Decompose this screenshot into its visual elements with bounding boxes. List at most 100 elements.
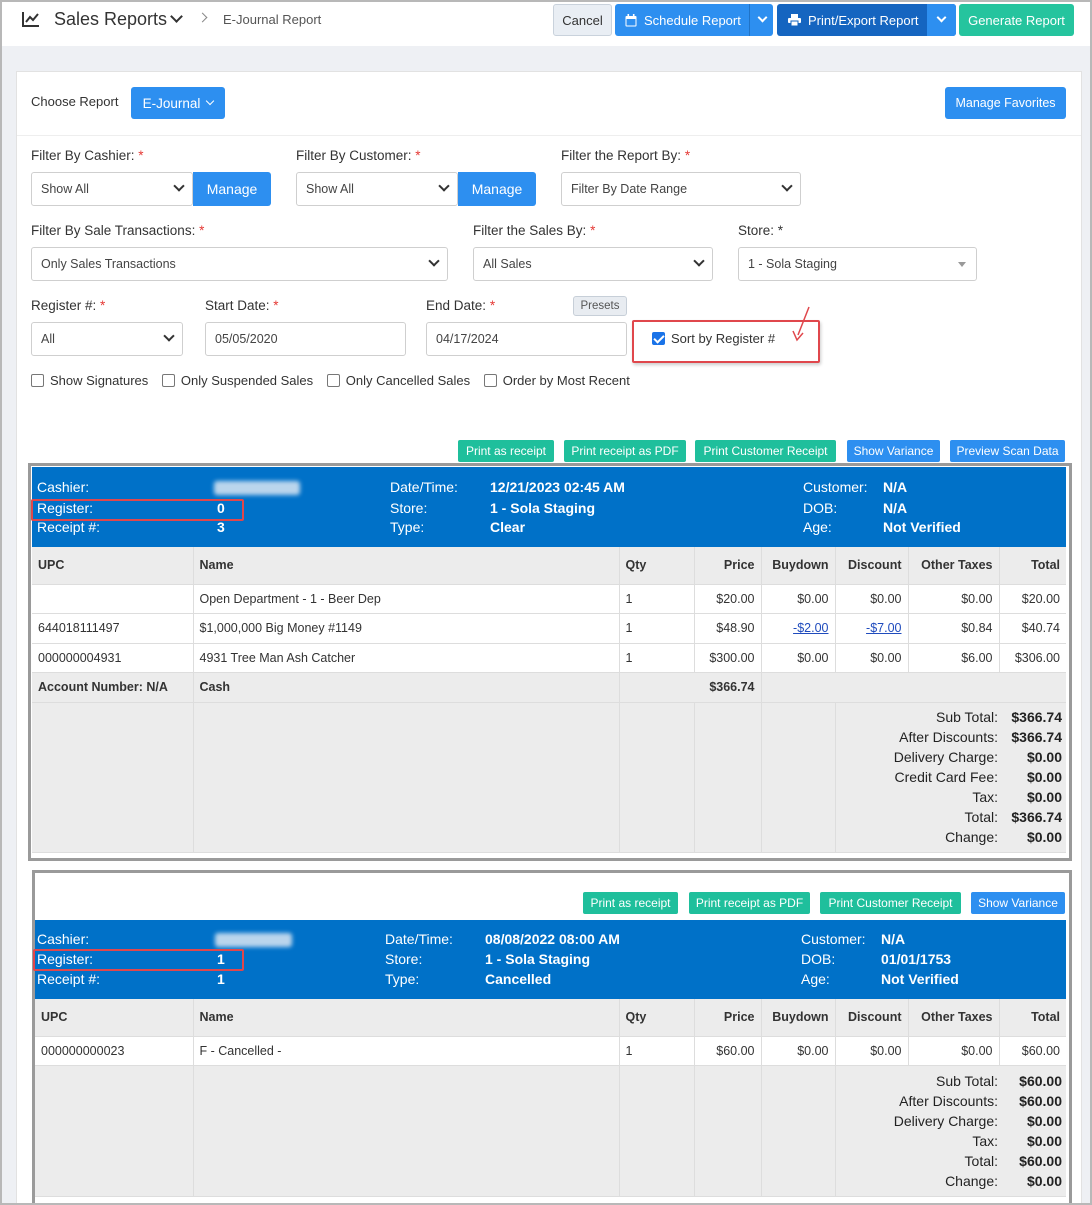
print-as-receipt-button[interactable]: Print as receipt xyxy=(583,892,678,914)
store-label: Store: xyxy=(390,500,428,516)
customer-filter-label: Filter By Customer: * xyxy=(296,148,421,163)
checkbox-icon[interactable] xyxy=(161,374,175,387)
register-value: 0 xyxy=(217,500,225,516)
cashier-label: Cashier: xyxy=(37,931,90,947)
only-suspended-checkbox[interactable]: Only Suspended Sales xyxy=(161,373,313,388)
column-header: Discount xyxy=(835,547,909,585)
chevron-down-icon[interactable] xyxy=(170,10,183,23)
order-most-recent-checkbox[interactable]: Order by Most Recent xyxy=(483,373,630,388)
store-label: Store: xyxy=(385,951,423,967)
type-label: Type: xyxy=(390,519,425,535)
customer-label: Customer: xyxy=(803,479,868,495)
receipt-header: Cashier: Register: 0 Receipt #: 3 Date/T… xyxy=(32,467,1066,547)
calendar-icon xyxy=(625,13,637,26)
store-select[interactable]: 1 - Sola Staging xyxy=(738,247,977,281)
cashier-select[interactable]: Show All xyxy=(31,172,193,206)
sort-by-register-checkbox[interactable]: Sort by Register # xyxy=(652,331,775,346)
show-signatures-checkbox[interactable]: Show Signatures xyxy=(31,373,148,388)
options-row: Show Signatures Only Suspended Sales Onl… xyxy=(31,373,630,388)
age-value: Not Verified xyxy=(883,519,961,535)
checkbox-checked-icon[interactable] xyxy=(652,332,665,345)
datetime-label: Date/Time: xyxy=(385,931,453,947)
end-date-label: End Date: * xyxy=(426,298,496,313)
customer-value: N/A xyxy=(883,479,908,495)
show-variance-button[interactable]: Show Variance xyxy=(971,892,1065,914)
receipt-number-label: Receipt #: xyxy=(37,519,101,535)
print-receipt-pdf-button[interactable]: Print receipt as PDF xyxy=(689,892,810,914)
checkbox-icon[interactable] xyxy=(31,374,44,387)
report-by-label: Filter the Report By: * xyxy=(561,148,691,163)
receipt-header: Cashier: Register: 1 Receipt #: 1 Date/T… xyxy=(35,920,1066,999)
chevron-down-icon xyxy=(428,255,440,267)
schedule-dropdown-icon[interactable] xyxy=(757,12,768,23)
schedule-report-button[interactable]: Schedule Report xyxy=(615,4,773,36)
column-header: Price xyxy=(694,999,762,1037)
dob-value: N/A xyxy=(883,500,908,516)
table-row: Open Department - 1 - Beer Dep 1 $20.00 … xyxy=(32,584,1066,614)
print-as-receipt-button[interactable]: Print as receipt xyxy=(458,440,554,462)
datetime-value: 08/08/2022 08:00 AM xyxy=(485,931,620,947)
store-value: 1 - Sola Staging xyxy=(490,500,596,516)
cashier-label: Cashier: xyxy=(37,479,90,495)
only-cancelled-checkbox[interactable]: Only Cancelled Sales xyxy=(326,373,470,388)
page-title: Sales Reports xyxy=(54,9,168,29)
report-by-select[interactable]: Filter By Date Range xyxy=(561,172,801,206)
column-header: Other Taxes xyxy=(908,999,1000,1037)
chevron-down-icon xyxy=(173,180,185,192)
print-receipt-pdf-button[interactable]: Print receipt as PDF xyxy=(564,440,686,462)
checkbox-icon[interactable] xyxy=(483,374,497,387)
chevron-down-icon xyxy=(206,96,215,106)
printer-icon xyxy=(788,14,801,26)
report-type-dropdown[interactable]: E-Journal xyxy=(131,87,225,119)
column-header: UPC xyxy=(32,547,194,585)
age-label: Age: xyxy=(801,971,830,987)
buydown-link[interactable]: -$2.00 xyxy=(793,621,828,635)
datetime-value: 12/21/2023 02:45 AM xyxy=(490,479,625,495)
column-header: Other Taxes xyxy=(908,547,1000,585)
table-row: 000000004931 4931 Tree Man Ash Catcher 1… xyxy=(32,643,1066,673)
divider xyxy=(17,135,1081,136)
sale-transactions-select[interactable]: Only Sales Transactions xyxy=(31,247,448,281)
age-value: Not Verified xyxy=(881,971,959,987)
type-value: Clear xyxy=(490,519,526,535)
print-export-button[interactable]: Print/Export Report xyxy=(777,4,956,36)
table-row: 000000000023 F - Cancelled - 1 $60.00 $0… xyxy=(35,1036,1066,1066)
manage-cashier-button[interactable]: Manage xyxy=(193,172,271,206)
checkbox-icon[interactable] xyxy=(326,374,340,387)
end-date-input[interactable]: 04/17/2024 xyxy=(426,322,627,356)
print-customer-receipt-button[interactable]: Print Customer Receipt xyxy=(820,892,961,914)
top-bar: Sales Reports E-Journal Report Cancel Sc… xyxy=(0,0,1092,46)
preview-scan-data-button[interactable]: Preview Scan Data xyxy=(950,440,1065,462)
register-select[interactable]: All xyxy=(31,322,183,356)
chevron-down-icon xyxy=(163,330,175,342)
type-label: Type: xyxy=(385,971,420,987)
column-header: Qty xyxy=(619,547,695,585)
show-variance-button[interactable]: Show Variance xyxy=(847,440,940,462)
start-date-input[interactable]: 05/05/2020 xyxy=(205,322,406,356)
print-customer-receipt-button[interactable]: Print Customer Receipt xyxy=(695,440,836,462)
schedule-report-label: Schedule Report xyxy=(644,12,741,28)
register-label: Register: xyxy=(37,500,94,516)
discount-link[interactable]: -$7.00 xyxy=(866,621,901,635)
manage-favorites-button[interactable]: Manage Favorites xyxy=(945,87,1066,119)
sales-by-select[interactable]: All Sales xyxy=(473,247,713,281)
generate-report-button[interactable]: Generate Report xyxy=(959,4,1074,36)
register-label: Register: xyxy=(37,951,94,967)
column-header: Price xyxy=(694,547,762,585)
receipt-totals: Sub Total: $366.74 After Discounts: $366.7… xyxy=(893,709,1062,845)
customer-label: Customer: xyxy=(801,931,866,947)
chevron-down-icon xyxy=(693,255,705,267)
annotation-arrow-icon xyxy=(792,306,810,342)
presets-button[interactable]: Presets xyxy=(573,296,627,316)
chevron-down-icon xyxy=(438,180,450,192)
cancel-button[interactable]: Cancel xyxy=(553,4,612,36)
manage-customer-button[interactable]: Manage xyxy=(458,172,536,206)
breadcrumb-separator-icon xyxy=(197,12,208,23)
receipt-totals: Sub Total: $60.00 After Discounts: $60.00 … xyxy=(893,1073,1062,1189)
register-value: 1 xyxy=(217,951,225,967)
customer-select[interactable]: Show All xyxy=(296,172,458,206)
column-header: Total xyxy=(999,999,1066,1037)
breadcrumb[interactable]: E-Journal Report xyxy=(223,12,321,27)
column-header: Buydown xyxy=(761,999,836,1037)
column-header: UPC xyxy=(35,999,194,1037)
